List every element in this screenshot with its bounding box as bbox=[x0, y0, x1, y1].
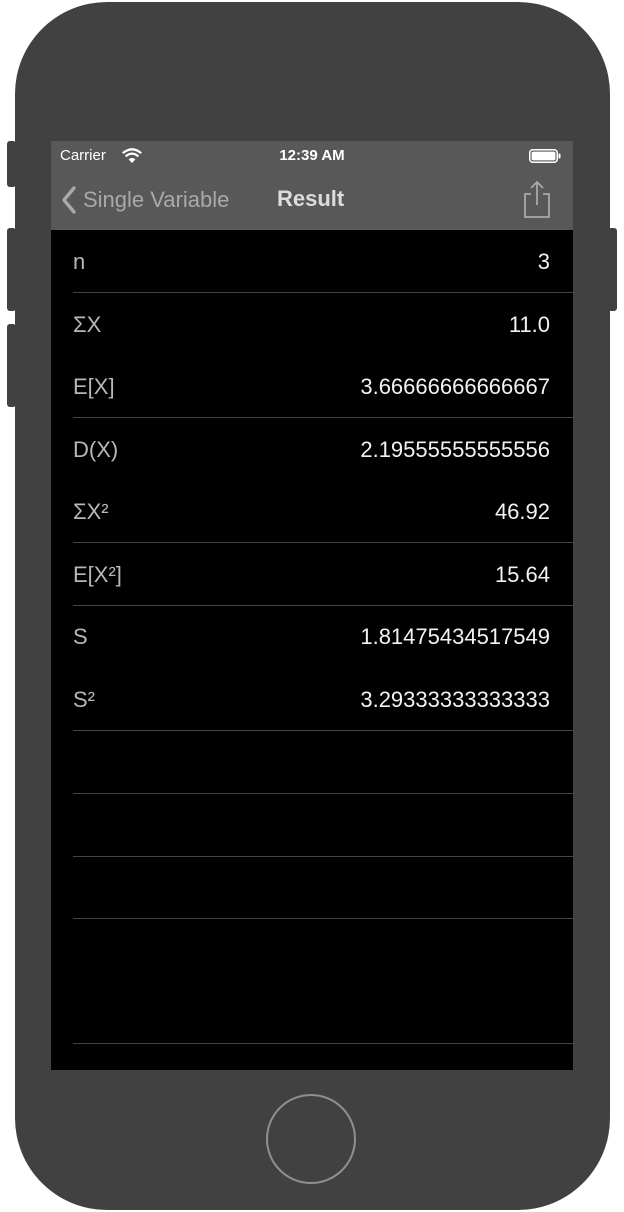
result-label: ΣX² bbox=[73, 499, 109, 524]
mute-switch bbox=[7, 141, 16, 187]
row-separator bbox=[73, 856, 573, 857]
screen: Carrier 12:39 AM Single Variable Result bbox=[51, 141, 573, 1070]
row-separator bbox=[73, 1043, 573, 1044]
navigation-bar: Single Variable Result bbox=[51, 171, 573, 230]
back-button[interactable]: Single Variable bbox=[61, 184, 229, 216]
row-separator bbox=[73, 730, 573, 731]
result-label: D(X) bbox=[73, 436, 119, 462]
result-value: 3.29333333333333 bbox=[360, 686, 550, 712]
result-row-sum-x: ΣX 11.0 bbox=[51, 293, 573, 356]
volume-down-button bbox=[7, 324, 16, 407]
result-row-sum-x-squared: ΣX² 46.92 bbox=[51, 480, 573, 543]
battery-icon bbox=[529, 149, 561, 163]
row-separator bbox=[73, 292, 573, 293]
result-label: S bbox=[73, 624, 88, 649]
result-value: 2.19555555555556 bbox=[360, 436, 550, 462]
status-bar: Carrier 12:39 AM bbox=[51, 141, 573, 171]
row-separator bbox=[73, 793, 573, 794]
result-value: 11.0 bbox=[508, 311, 550, 337]
result-label: E[X] bbox=[73, 374, 115, 399]
row-separator bbox=[73, 605, 573, 606]
result-value: 46.92 bbox=[494, 499, 550, 524]
home-button[interactable] bbox=[266, 1094, 356, 1184]
result-label: n bbox=[73, 249, 86, 274]
back-button-label: Single Variable bbox=[83, 187, 230, 212]
result-row-mean: E[X] 3.66666666666667 bbox=[51, 355, 573, 418]
volume-up-button bbox=[7, 228, 16, 311]
result-label: E[X²] bbox=[73, 561, 122, 587]
result-value: 3 bbox=[537, 249, 550, 274]
results-table: n 3 ΣX 11.0 E[X] 3.66666666666667 D(X) 2… bbox=[51, 230, 573, 730]
row-separator bbox=[73, 542, 573, 543]
result-value: 1.81475434517549 bbox=[360, 624, 550, 649]
result-value: 3.66666666666667 bbox=[360, 374, 550, 399]
result-row-s-squared: S² 3.29333333333333 bbox=[51, 668, 573, 731]
result-label: ΣX bbox=[73, 311, 102, 337]
row-separator bbox=[73, 417, 573, 418]
result-row-variance: D(X) 2.19555555555556 bbox=[51, 418, 573, 481]
page-title: Result bbox=[277, 186, 345, 211]
result-value: 15.64 bbox=[494, 561, 550, 587]
power-button bbox=[608, 228, 617, 311]
result-row-mean-x-squared: E[X²] 15.64 bbox=[51, 543, 573, 606]
row-separator bbox=[73, 918, 573, 919]
result-row-n: n 3 bbox=[51, 230, 573, 293]
status-time: 12:39 AM bbox=[279, 147, 345, 164]
result-label: S² bbox=[73, 686, 95, 712]
share-icon[interactable] bbox=[521, 179, 553, 219]
chevron-left-icon bbox=[62, 186, 76, 214]
result-row-s: S 1.81475434517549 bbox=[51, 605, 573, 668]
